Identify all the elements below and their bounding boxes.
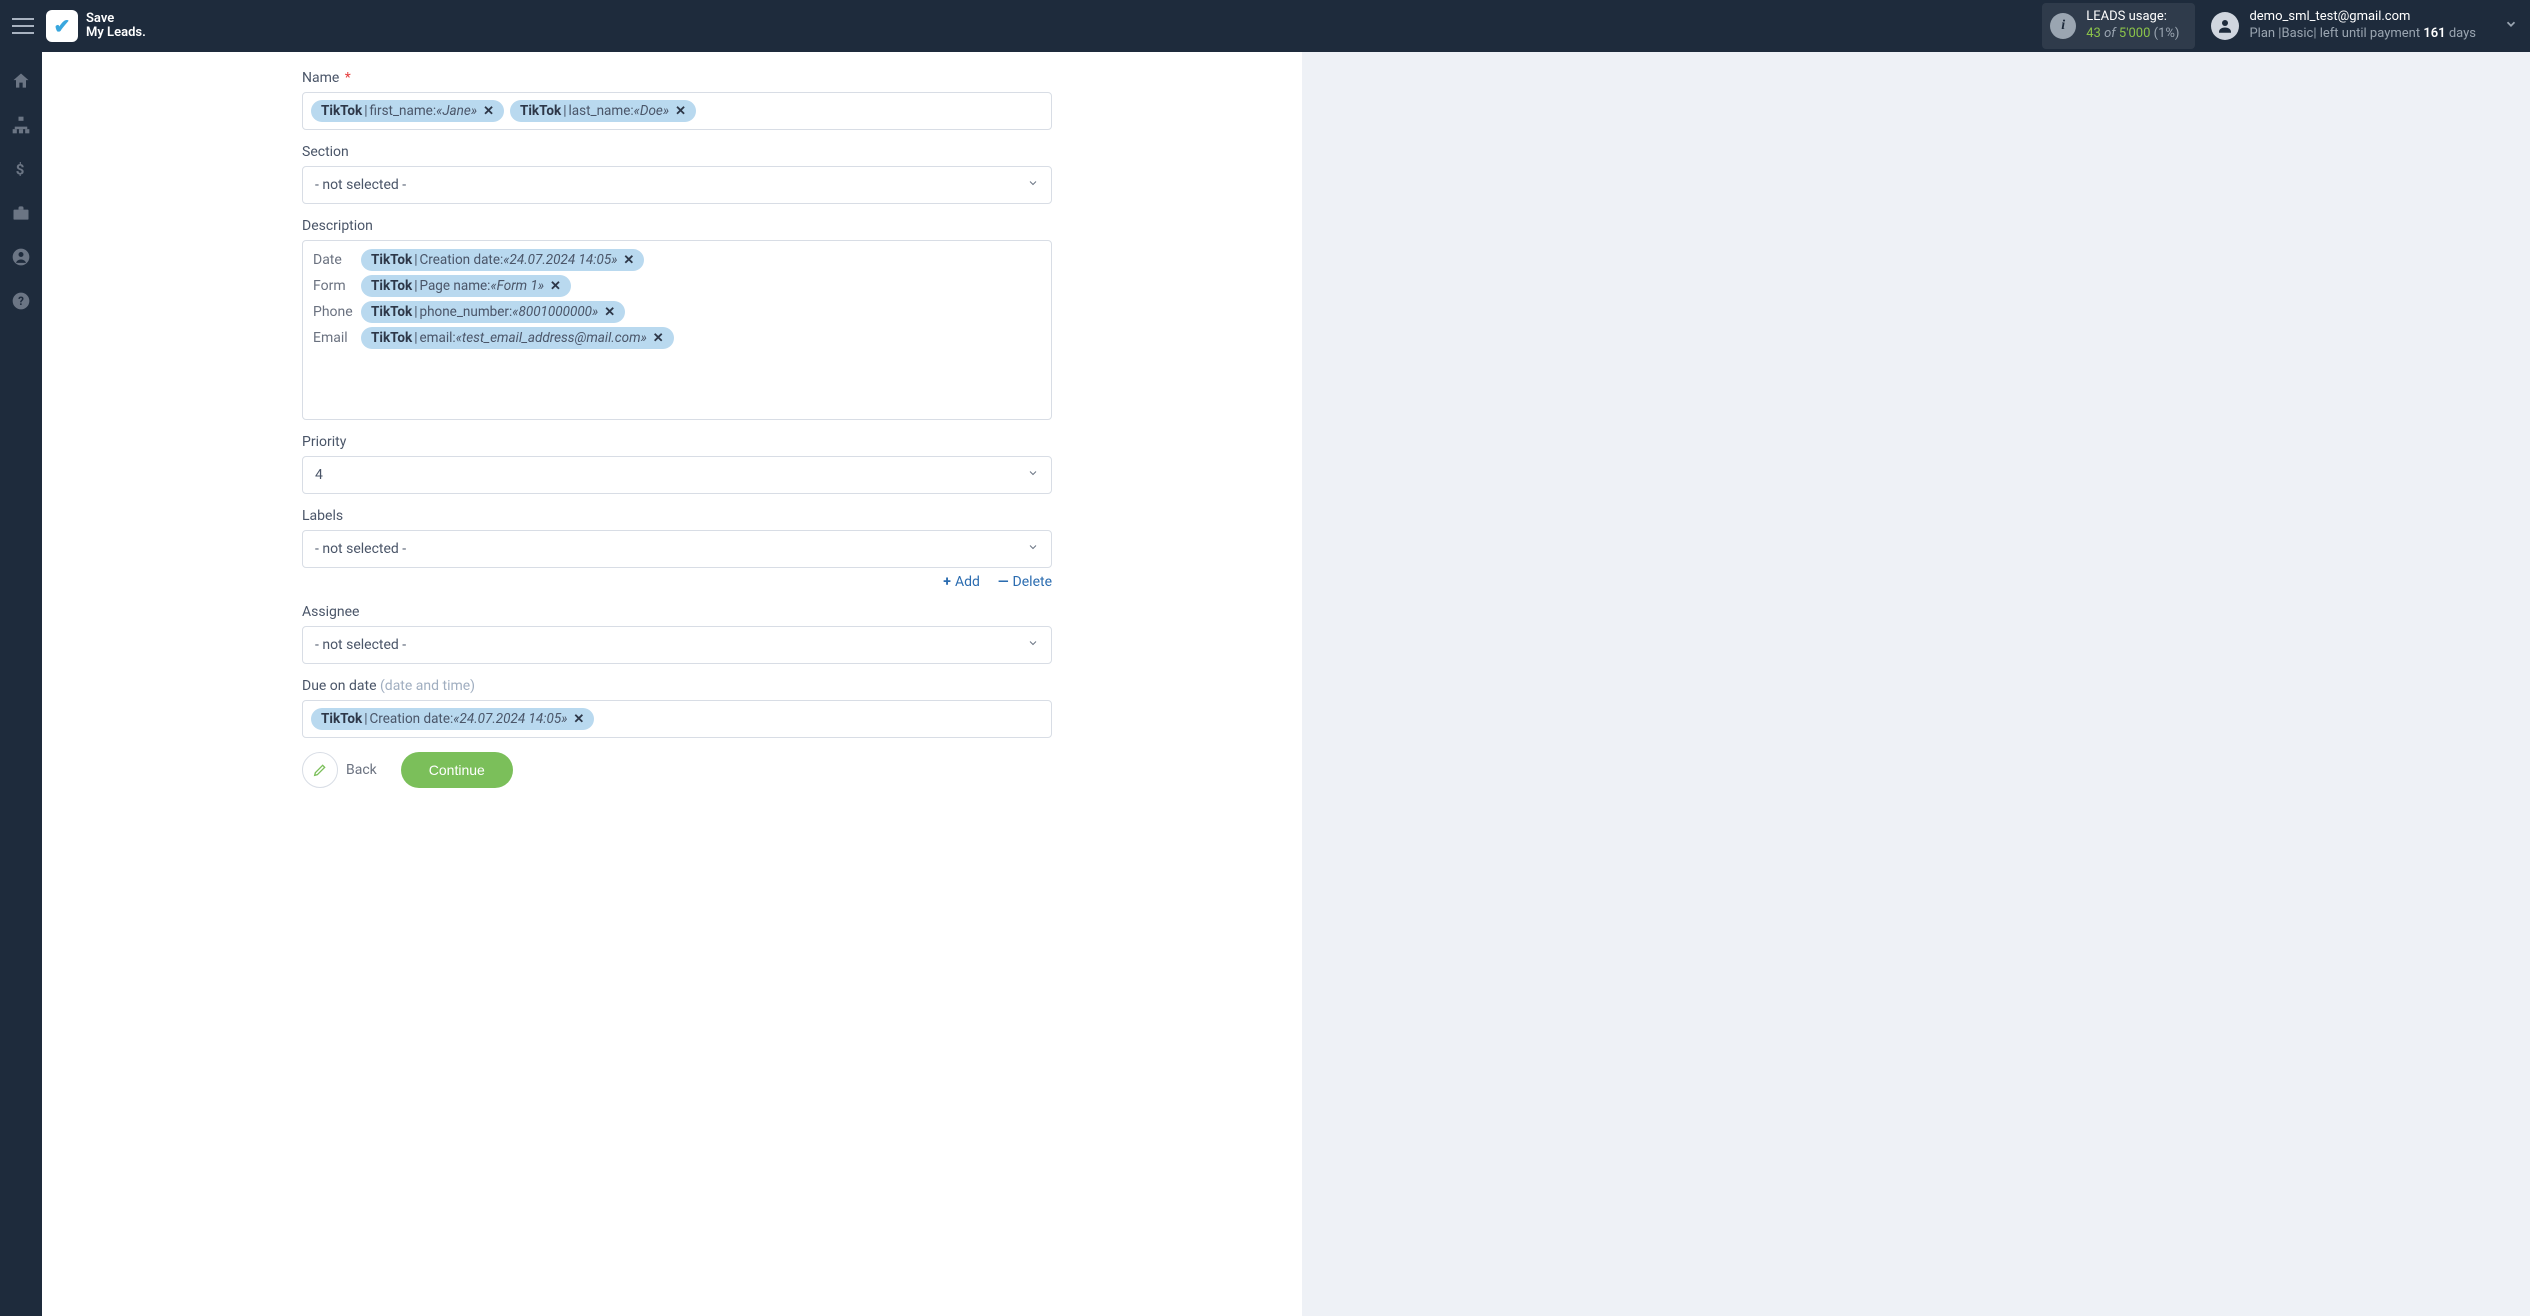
top-bar: ✔ Save My Leads. i LEADS usage: 43 of 5'… [0, 0, 2530, 52]
svg-text:$: $ [16, 160, 25, 178]
chip-remove-icon[interactable]: ✕ [675, 104, 686, 119]
labels-add-button[interactable]: + Add [943, 574, 980, 590]
logo-text: Save My Leads. [86, 12, 146, 41]
labels-delete-button[interactable]: — Delete [998, 574, 1052, 590]
chevron-down-icon [1027, 177, 1039, 193]
dollar-icon[interactable]: $ [10, 158, 32, 180]
usage-total: 5'000 [2119, 26, 2151, 41]
home-icon[interactable] [10, 70, 32, 92]
minus-icon: — [998, 574, 1009, 590]
form-panel: Name * TikTok | first_name: «Jane»✕ TikT… [42, 52, 1302, 1316]
menu-icon[interactable] [12, 18, 34, 34]
chip-due-date[interactable]: TikTok | Creation date: «24.07.2024 14:0… [311, 708, 594, 730]
chip-page-name[interactable]: TikTok | Page name: «Form 1»✕ [361, 275, 571, 297]
usage-box[interactable]: i LEADS usage: 43 of 5'000 (1%) [2042, 3, 2195, 49]
info-icon: i [2050, 13, 2076, 39]
question-circle-icon[interactable]: ? [10, 290, 32, 312]
continue-button[interactable]: Continue [401, 752, 513, 788]
usage-used: 43 [2086, 26, 2101, 41]
chip-remove-icon[interactable]: ✕ [623, 253, 634, 268]
desc-row-email-label: Email [313, 330, 355, 346]
chevron-down-icon [1027, 467, 1039, 483]
user-circle-icon[interactable] [10, 246, 32, 268]
usage-pct: (1%) [2154, 26, 2180, 41]
chip-first-name[interactable]: TikTok | first_name: «Jane»✕ [311, 100, 504, 122]
desc-row-phone-label: Phone [313, 304, 355, 320]
chip-last-name[interactable]: TikTok | last_name: «Doe»✕ [510, 100, 696, 122]
chevron-down-icon [1027, 637, 1039, 653]
chip-remove-icon[interactable]: ✕ [573, 712, 584, 727]
priority-select[interactable]: 4 [302, 456, 1052, 494]
user-email: demo_sml_test@gmail.com [2249, 9, 2476, 26]
section-select[interactable]: - not selected - [302, 166, 1052, 204]
usage-of: of [2104, 26, 2116, 41]
chip-remove-icon[interactable]: ✕ [604, 305, 615, 320]
assignee-select[interactable]: - not selected - [302, 626, 1052, 664]
edit-icon [302, 752, 338, 788]
chip-remove-icon[interactable]: ✕ [550, 279, 561, 294]
name-label: Name * [302, 70, 1052, 86]
sidebar: $ ? [0, 52, 42, 1316]
assignee-label: Assignee [302, 604, 1052, 620]
usage-title: LEADS usage: [2086, 9, 2179, 26]
chevron-down-icon [1027, 541, 1039, 557]
chip-creation-date[interactable]: TikTok | Creation date: «24.07.2024 14:0… [361, 249, 644, 271]
labels-select[interactable]: - not selected - [302, 530, 1052, 568]
briefcase-icon[interactable] [10, 202, 32, 224]
chip-phone[interactable]: TikTok | phone_number: «8001000000»✕ [361, 301, 625, 323]
description-label: Description [302, 218, 1052, 234]
due-label: Due on date (date and time) [302, 678, 1052, 694]
desc-row-date-label: Date [313, 252, 355, 268]
chevron-down-icon[interactable] [2504, 17, 2518, 35]
chip-remove-icon[interactable]: ✕ [483, 104, 494, 119]
plus-icon: + [943, 574, 951, 590]
svg-text:?: ? [18, 294, 24, 308]
desc-row-form-label: Form [313, 278, 355, 294]
logo-icon: ✔ [46, 10, 78, 42]
avatar-icon[interactable] [2211, 12, 2239, 40]
labels-label: Labels [302, 508, 1052, 524]
chip-remove-icon[interactable]: ✕ [653, 331, 664, 346]
description-input[interactable]: Date TikTok | Creation date: «24.07.2024… [302, 240, 1052, 420]
section-label: Section [302, 144, 1052, 160]
name-input[interactable]: TikTok | first_name: «Jane»✕ TikTok | la… [302, 92, 1052, 130]
back-button[interactable]: Back [302, 752, 377, 788]
sitemap-icon[interactable] [10, 114, 32, 136]
user-info: demo_sml_test@gmail.com Plan |Basic| lef… [2249, 9, 2476, 43]
priority-label: Priority [302, 434, 1052, 450]
due-input[interactable]: TikTok | Creation date: «24.07.2024 14:0… [302, 700, 1052, 738]
chip-email[interactable]: TikTok | email: «test_email_address@mail… [361, 327, 674, 349]
